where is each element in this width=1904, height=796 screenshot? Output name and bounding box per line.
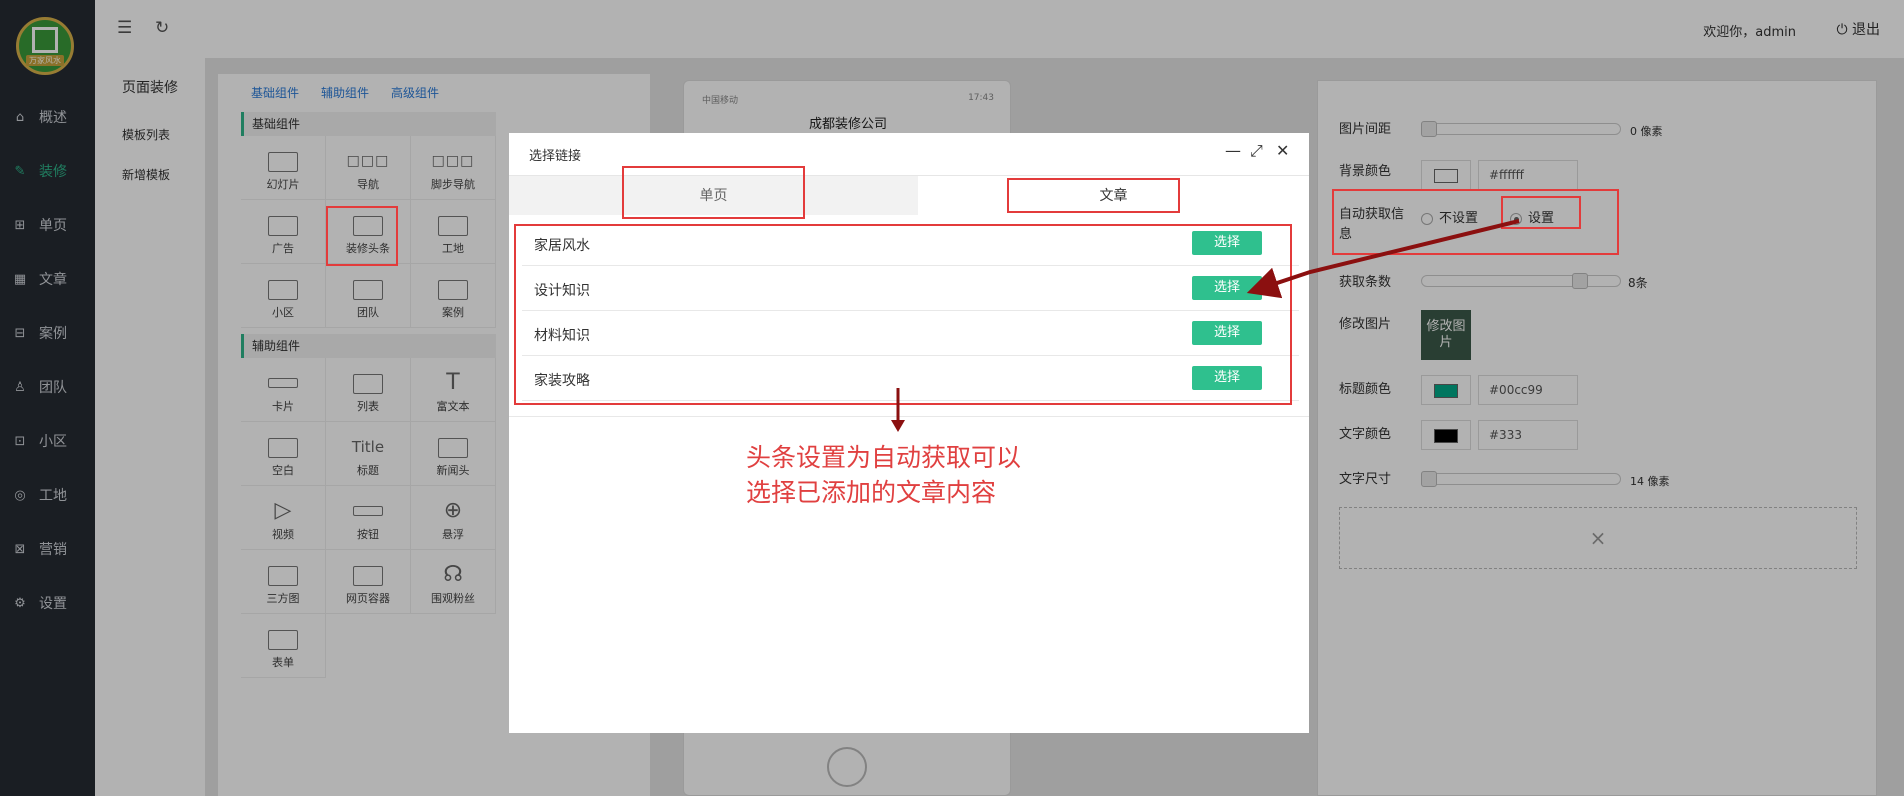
arrow-head	[891, 420, 905, 432]
annotation-text: 头条设置为自动获取可以 选择已添加的文章内容	[746, 443, 1022, 507]
annotation-arrows	[891, 219, 1520, 432]
